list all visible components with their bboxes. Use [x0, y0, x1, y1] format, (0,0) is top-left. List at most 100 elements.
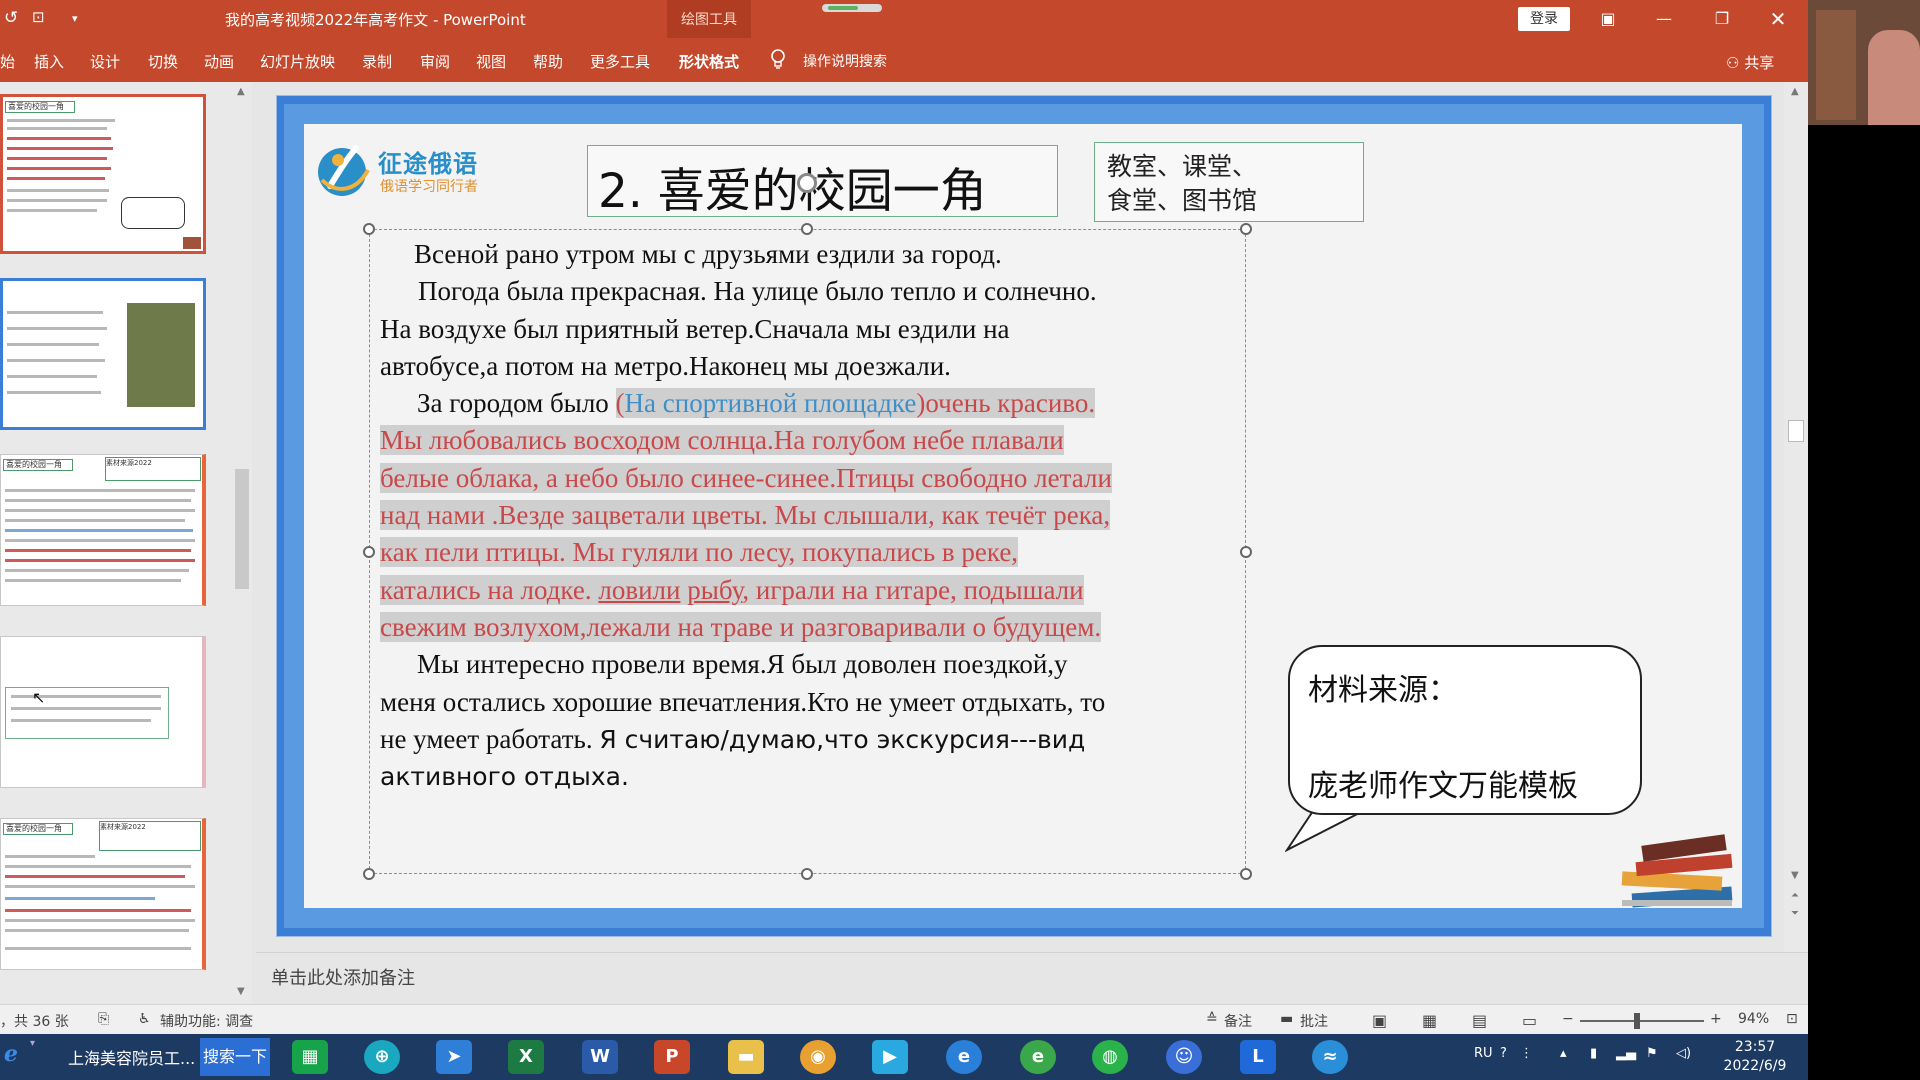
tab-record[interactable]: 录制: [362, 51, 392, 72]
dropdown-icon[interactable]: ▾: [30, 1038, 35, 1049]
volume-icon[interactable]: ◁): [1676, 1046, 1691, 1061]
rotate-handle-icon[interactable]: [797, 173, 817, 193]
taskbar-search-button[interactable]: 搜索一下: [200, 1038, 270, 1076]
accessibility-status[interactable]: 辅助功能: 调查: [160, 1011, 253, 1031]
scroll-up-arrow-icon[interactable]: ▲: [237, 86, 245, 97]
red-highlight-line: как пели птицы. Мы гуляли по лесу, покуп…: [380, 537, 1019, 568]
powerpoint-icon[interactable]: P: [654, 1040, 690, 1074]
tab-insert[interactable]: 插入: [34, 51, 64, 72]
resize-handle-left[interactable]: [363, 546, 375, 558]
thumbnail-slide-3[interactable]: 喜爱的校园一角 素材来源2022: [0, 454, 206, 606]
zoom-in-icon[interactable]: +: [1710, 1011, 1722, 1027]
thumbnail-slide-current[interactable]: 喜爱的校园一角: [0, 94, 206, 254]
thumbnail-slide-2[interactable]: [0, 278, 206, 430]
lenovo-icon[interactable]: L: [1240, 1040, 1276, 1074]
browser-360-icon[interactable]: ⊕: [364, 1040, 400, 1074]
taskbar-ie-label[interactable]: 上海美容院员工...: [68, 1045, 195, 1069]
red-highlight-line: над нами .Везде зацветали цветы. Мы слыш…: [380, 500, 1111, 531]
slide-vertical-scrollbar[interactable]: ▲ ▼ ⏶ ⏷: [1784, 82, 1808, 952]
word-icon[interactable]: W: [582, 1040, 618, 1074]
qq-icon[interactable]: ☺: [1166, 1040, 1202, 1074]
accessibility-icon[interactable]: ♿: [138, 1011, 151, 1027]
thumbnail-slide-4[interactable]: [0, 636, 206, 788]
essay-line: На воздухе был приятный ветер.Сначала мы…: [380, 313, 1010, 344]
tab-shape-format[interactable]: 形状格式: [679, 51, 739, 72]
file-explorer-icon[interactable]: ▬: [728, 1040, 764, 1074]
tray-options-icon[interactable]: ⋮: [1520, 1046, 1533, 1061]
network-icon[interactable]: ▂▄: [1616, 1046, 1636, 1061]
previous-slide-icon[interactable]: ⏶: [1791, 890, 1799, 901]
media-player-icon[interactable]: ▶: [872, 1040, 908, 1074]
resize-handle-bottom-left[interactable]: [363, 868, 375, 880]
tab-slideshow[interactable]: 幻灯片放映: [260, 51, 335, 72]
ribbon-display-options-icon[interactable]: ▣: [1586, 6, 1630, 32]
scroll-down-arrow-icon[interactable]: ▼: [1791, 870, 1799, 881]
next-slide-icon[interactable]: ⏷: [1791, 908, 1799, 919]
thumbnail-slide-5[interactable]: 喜爱的校园一角 素材来源2022: [0, 818, 206, 970]
resize-handle-top-right[interactable]: [1240, 223, 1252, 235]
minimize-button[interactable]: —: [1642, 6, 1686, 32]
scroll-up-arrow-icon[interactable]: ▲: [1791, 86, 1799, 97]
slide-sorter-icon[interactable]: ▦: [1422, 1011, 1437, 1030]
zoom-slider-knob[interactable]: [1634, 1013, 1640, 1029]
reading-view-icon[interactable]: ▤: [1472, 1011, 1487, 1030]
present-from-start-icon[interactable]: ⊡: [32, 8, 45, 26]
tab-animations[interactable]: 动画: [204, 51, 234, 72]
comments-icon[interactable]: ▬: [1280, 1011, 1293, 1027]
system-clock[interactable]: 23:57 2022/6/9: [1715, 1038, 1795, 1076]
scroll-down-arrow-icon[interactable]: ▼: [237, 986, 245, 997]
fit-slide-icon[interactable]: ⊡: [1786, 1011, 1798, 1027]
essay-line: Всеной рано утром мы с друзьями ездили з…: [414, 239, 1002, 269]
source-speech-bubble[interactable]: 材料来源： 庞老师作文万能模板: [1288, 645, 1642, 815]
zoom-out-icon[interactable]: −: [1562, 1011, 1574, 1027]
tab-view[interactable]: 视图: [476, 51, 506, 72]
tab-design[interactable]: 设计: [90, 51, 120, 72]
teams-meeting-icon[interactable]: ≈: [1312, 1040, 1348, 1074]
resize-handle-top-left[interactable]: [363, 223, 375, 235]
normal-view-icon[interactable]: ▣: [1372, 1011, 1387, 1030]
resize-handle-top[interactable]: [801, 223, 813, 235]
language-indicator[interactable]: RU: [1474, 1046, 1493, 1061]
topic-tags-box[interactable]: 教室、课堂、 食堂、图书馆: [1094, 142, 1364, 222]
notes-toggle-icon[interactable]: ≙: [1206, 1011, 1218, 1027]
chrome-icon[interactable]: ◉: [800, 1040, 836, 1074]
resize-handle-bottom[interactable]: [801, 868, 813, 880]
edge-icon[interactable]: e: [946, 1040, 982, 1074]
resize-handle-bottom-right[interactable]: [1240, 868, 1252, 880]
customize-qat-icon[interactable]: ▾: [72, 12, 78, 25]
resize-handle-right[interactable]: [1240, 546, 1252, 558]
undo-icon[interactable]: ↺: [4, 8, 18, 28]
essay-body[interactable]: Всеной рано утром мы с друзьями ездили з…: [380, 236, 1240, 795]
slideshow-view-icon[interactable]: ▭: [1522, 1011, 1537, 1030]
zoom-level[interactable]: 94%: [1738, 1011, 1769, 1027]
tell-me-search[interactable]: 操作说明搜索: [803, 51, 887, 71]
tab-review[interactable]: 审阅: [420, 51, 450, 72]
slide-scroll-thumb[interactable]: [1788, 420, 1804, 442]
app-store-icon[interactable]: ▦: [292, 1040, 328, 1074]
tab-transitions[interactable]: 切换: [148, 51, 178, 72]
battery-icon[interactable]: ▮: [1590, 1046, 1597, 1061]
comments-toggle[interactable]: 批注: [1300, 1011, 1328, 1031]
zoom-slider-track[interactable]: [1580, 1020, 1704, 1022]
spellcheck-icon[interactable]: ⎘: [98, 1011, 109, 1027]
notes-toggle[interactable]: 备注: [1224, 1011, 1252, 1031]
share-button[interactable]: ⚇ 共享: [1726, 52, 1774, 73]
help-icon[interactable]: ?: [1500, 1046, 1507, 1061]
thumbnails-scroll-thumb[interactable]: [235, 469, 249, 589]
action-center-icon[interactable]: ⚑: [1646, 1046, 1658, 1061]
tab-help[interactable]: 帮助: [533, 51, 563, 72]
restore-button[interactable]: ❐: [1700, 6, 1744, 32]
slide-title-box[interactable]: 2. 喜爱的校园一角: [587, 145, 1058, 219]
login-button[interactable]: 登录: [1518, 7, 1570, 31]
excel-icon[interactable]: X: [508, 1040, 544, 1074]
wechat-icon[interactable]: ◍: [1092, 1040, 1128, 1074]
show-hidden-icons[interactable]: ▴: [1560, 1046, 1567, 1061]
close-button[interactable]: ✕: [1756, 6, 1800, 32]
tab-home-partial[interactable]: 始: [0, 51, 15, 72]
thumbnails-scrollbar[interactable]: ▲ ▼: [232, 84, 252, 1004]
feishu-icon[interactable]: ➤: [436, 1040, 472, 1074]
green-browser-icon[interactable]: e: [1020, 1040, 1056, 1074]
tab-more-tools[interactable]: 更多工具: [590, 51, 650, 72]
ie-taskbar-icon[interactable]: ℯ: [4, 1042, 18, 1067]
notes-pane[interactable]: 单击此处添加备注: [256, 952, 1808, 1004]
